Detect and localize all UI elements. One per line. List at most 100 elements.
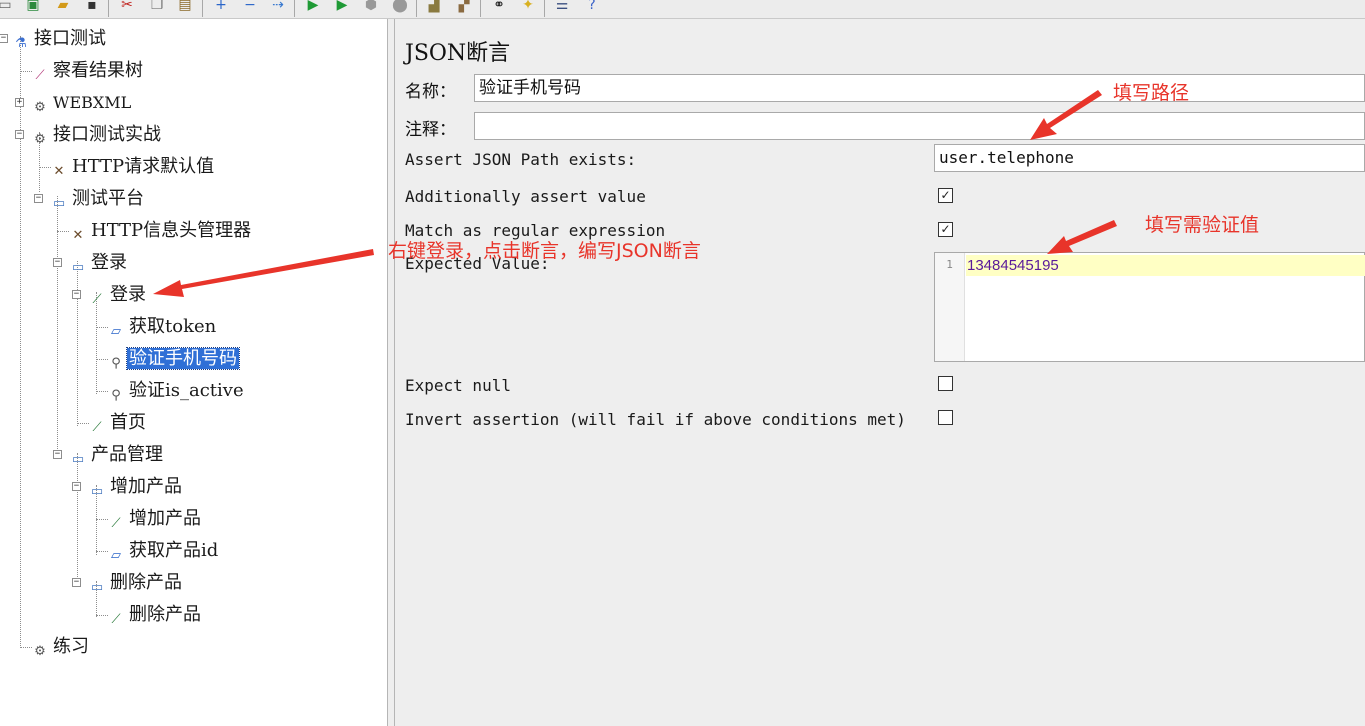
comment-field[interactable] <box>474 112 1365 140</box>
copy-icon[interactable]: ❐ <box>148 0 166 14</box>
invert-assertion-label: Invert assertion (will fail if above con… <box>405 410 906 429</box>
name-label: 名称： <box>405 82 456 102</box>
tree-connector <box>20 36 21 648</box>
name-field[interactable]: 验证手机号码 <box>474 74 1365 102</box>
annotation-fill-value: 填写需验证值 <box>1145 214 1260 236</box>
function-helper-icon[interactable]: ☰ <box>553 0 571 14</box>
extractor-icon: ▱ <box>111 324 121 339</box>
controller-icon: ▭ <box>71 452 85 467</box>
toolbar-separator <box>544 0 545 17</box>
start-icon[interactable]: ▶ <box>304 0 322 14</box>
controller-icon: ▭ <box>71 260 85 275</box>
tree-node-delete-product-sampler[interactable]: ⟋ 删除产品 <box>107 603 203 627</box>
annotation-right-click-note: 右键登录，点击断言，编写JSON断言 <box>388 240 701 262</box>
tree-node-view-results[interactable]: ⟋ 察看结果树 <box>31 59 145 83</box>
extractor-icon: ▱ <box>111 548 121 563</box>
expand-icon[interactable]: + <box>212 0 230 14</box>
tree-node-verify-phone[interactable]: ⚲ 验证手机号码 <box>107 347 240 371</box>
tree-node-root[interactable]: ⚗ 接口测试 <box>12 27 108 51</box>
collapse-toggle[interactable]: − <box>34 194 43 203</box>
collapse-toggle[interactable]: − <box>53 450 62 459</box>
tree-node-add-product-controller[interactable]: ▭ 增加产品 <box>88 475 184 499</box>
invert-assertion-checkbox[interactable] <box>938 410 953 425</box>
collapse-toggle[interactable]: − <box>72 578 81 587</box>
paste-icon[interactable]: ▤ <box>176 0 194 14</box>
wrench-icon: ✕ <box>53 164 65 179</box>
comment-label: 注释： <box>405 120 456 140</box>
tree-connector <box>77 453 78 585</box>
template-icon[interactable]: ▣ <box>24 0 42 14</box>
tree-node-test-platform[interactable]: ▭ 测试平台 <box>50 187 146 211</box>
tree-node-header-manager[interactable]: ✕ HTTP信息头管理器 <box>69 219 253 243</box>
line-number-gutter: 1 <box>935 253 965 361</box>
json-assertion-panel: JSON断言 名称： 验证手机号码 注释： Assert JSON Path e… <box>395 19 1365 726</box>
tree-connector <box>57 196 58 457</box>
help-icon[interactable]: ? <box>583 0 601 14</box>
panel-title: JSON断言 <box>405 41 511 66</box>
expected-value-line[interactable]: 13484545195 <box>966 255 1365 276</box>
panel-splitter[interactable] <box>387 19 395 726</box>
tree-node-add-product-sampler[interactable]: ⟋ 增加产品 <box>107 507 203 531</box>
reset-search-icon[interactable]: ✦ <box>519 0 537 14</box>
json-path-field[interactable]: user.telephone <box>934 144 1365 172</box>
toolbar-separator <box>294 0 295 17</box>
tree-node-webxml[interactable]: ⚙ WEBXML <box>31 91 133 115</box>
clear-all-icon[interactable]: ▞ <box>455 0 473 14</box>
tree-node-login-sampler[interactable]: ⟋ 登录 <box>88 283 148 307</box>
save-icon[interactable]: ▪ <box>83 0 101 14</box>
toggle-icon[interactable]: ⇢ <box>269 0 287 14</box>
tree-node-http-defaults[interactable]: ✕ HTTP请求默认值 <box>50 155 216 179</box>
expect-null-checkbox[interactable] <box>938 376 953 391</box>
gear-icon: ⚙ <box>34 132 46 147</box>
collapse-toggle[interactable]: − <box>72 482 81 491</box>
open-icon[interactable]: ▰ <box>54 0 72 14</box>
expect-null-label: Expect null <box>405 376 511 395</box>
flask-icon: ⚗ <box>15 36 27 51</box>
tree-node-get-token[interactable]: ▱ 获取token <box>107 315 218 339</box>
collapse-toggle[interactable]: − <box>15 130 24 139</box>
chart-icon: ⟋ <box>35 68 45 83</box>
stop-icon[interactable]: ⬢ <box>362 0 380 14</box>
tree-node-delete-product-controller[interactable]: ▭ 删除产品 <box>88 571 184 595</box>
annotation-fill-path: 填写路径 <box>1113 82 1190 104</box>
tree-node-verify-is-active[interactable]: ⚲ 验证is_active <box>107 379 246 403</box>
additionally-assert-checkbox[interactable]: ✓ <box>938 188 953 203</box>
tree-node-login-controller[interactable]: ▭ 登录 <box>69 251 129 275</box>
collapse-icon[interactable]: − <box>241 0 259 14</box>
search-icon[interactable]: ⚭ <box>490 0 508 14</box>
json-path-label: Assert JSON Path exists: <box>405 150 637 169</box>
controller-icon: ▭ <box>52 196 66 211</box>
collapse-toggle[interactable]: − <box>0 34 8 43</box>
toolbar-separator <box>202 0 203 17</box>
magnifier-icon: ⚲ <box>111 356 121 371</box>
tree-node-get-product-id[interactable]: ▱ 获取产品id <box>107 539 220 563</box>
collapse-toggle[interactable]: − <box>53 258 62 267</box>
toolbar: ▭ ▣ ▰ ▪ ✂ ❐ ▤ + − ⇢ ▶ ▶ ⬢ ⬤ ▟ ▞ ⚭ ✦ ☰ ? <box>0 0 1365 19</box>
tree-node-practice[interactable]: ⚙ 练习 <box>31 635 91 659</box>
tree-connector <box>77 261 78 426</box>
regex-checkbox[interactable]: ✓ <box>938 222 953 237</box>
check-icon: ✓ <box>940 222 951 236</box>
new-icon[interactable]: ▭ <box>0 0 14 14</box>
tree-node-api-practice[interactable]: ⚙ 接口测试实战 <box>31 123 163 147</box>
toolbar-separator <box>108 0 109 17</box>
clear-icon[interactable]: ▟ <box>425 0 443 14</box>
expected-value-editor[interactable]: 1 13484545195 <box>934 252 1365 362</box>
test-plan-tree[interactable]: − + − − − − − − − ⚗ 接口测试 ⟋ 察看结果树 ⚙ WEBXML ⚙… <box>0 19 387 726</box>
expand-toggle[interactable]: + <box>15 98 24 107</box>
tree-node-product-mgmt[interactable]: ▭ 产品管理 <box>69 443 165 467</box>
cut-icon[interactable]: ✂ <box>118 0 136 14</box>
collapse-toggle[interactable]: − <box>72 290 81 299</box>
toolbar-separator <box>416 0 417 17</box>
start-no-pause-icon[interactable]: ▶ <box>333 0 351 14</box>
toolbar-separator <box>480 0 481 17</box>
tree-node-home[interactable]: ⟋ 首页 <box>88 411 148 435</box>
pipette-icon: ⟋ <box>92 292 102 307</box>
shutdown-icon[interactable]: ⬤ <box>391 0 409 14</box>
controller-icon: ▭ <box>90 580 104 595</box>
pipette-icon: ⟋ <box>111 516 121 531</box>
pipette-icon: ⟋ <box>92 420 102 435</box>
pipette-icon: ⟋ <box>111 612 121 627</box>
gear-icon: ⚙ <box>34 644 46 659</box>
gear-icon: ⚙ <box>34 100 46 115</box>
